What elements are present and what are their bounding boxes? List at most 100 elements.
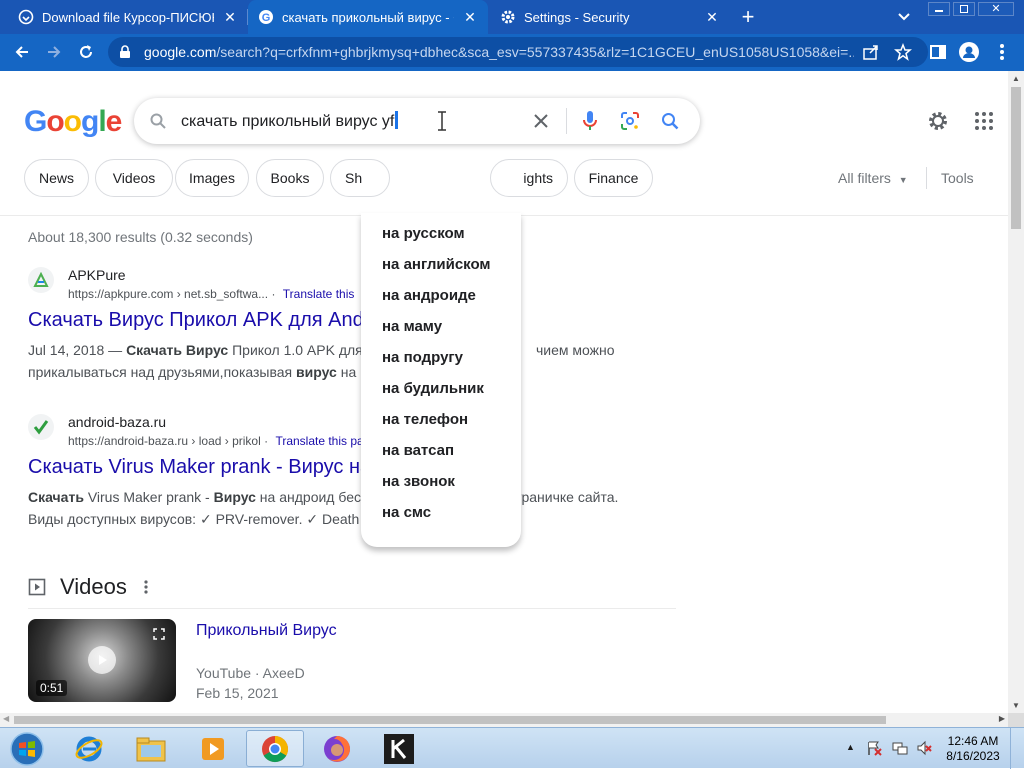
filter-chip-flights[interactable]: ights [490,159,568,197]
result-title-link[interactable]: Скачать Virus Maker prank - Вирус на [28,456,371,479]
filter-chip-images[interactable]: Images [175,159,249,197]
browser-menu-button[interactable] [990,40,1014,64]
show-desktop-button[interactable] [1010,728,1024,769]
translate-link[interactable]: Translate this pa [275,434,363,448]
forward-button[interactable] [42,40,66,64]
tab-google-search[interactable]: G скачать прикольный вирус - Go ✕ [248,0,488,34]
scroll-right-icon[interactable]: ▶ [999,714,1005,723]
minimize-button[interactable] [928,2,950,16]
taskbar-file-explorer[interactable] [122,730,180,767]
network-icon[interactable] [892,740,908,756]
microphone-icon[interactable] [582,109,598,133]
horizontal-scroll-thumb[interactable] [14,716,886,724]
suggestion-item[interactable]: на будильник [382,380,484,397]
search-result: APKPure https://apkpure.com › net.sb_sof… [28,267,648,387]
taskbar-firefox[interactable] [308,730,366,767]
suggestion-item[interactable]: на ватсап [382,442,454,459]
lens-icon[interactable] [620,111,640,131]
suggestion-item[interactable]: на английском [382,256,491,273]
volume-muted-icon[interactable] [916,740,932,756]
share-icon[interactable] [862,43,880,61]
tab-strip: Download file Курсор-ПИСЮН.7 ✕ G скачать… [0,0,1024,34]
close-tab-icon[interactable]: ✕ [704,9,720,25]
show-hidden-icons-icon[interactable]: ▲ [846,742,855,752]
clear-icon[interactable] [533,113,549,129]
scroll-down-icon[interactable]: ▼ [1012,701,1020,710]
horizontal-scrollbar[interactable]: ◀ ▶ [0,713,1008,727]
close-window-button[interactable]: ✕ [978,2,1014,16]
chrome-icon [262,735,289,762]
new-tab-button[interactable]: + [736,4,760,29]
filter-chip-videos[interactable]: Videos [95,159,173,197]
tab-divider [247,9,248,25]
suggestion-item[interactable]: на русском [382,225,465,242]
restore-button[interactable] [953,2,975,16]
translate-link[interactable]: Translate this [283,287,355,301]
video-source: YouTube · AxeeD [196,665,305,681]
all-filters-label: All filters [838,170,891,186]
google-favicon-icon: G [259,10,273,24]
apps-grid-icon[interactable] [974,111,994,131]
tools-button[interactable]: Tools [941,170,974,186]
result-snippet: Jul 14, 2018 — Скачать Вирус Прикол 1.0 … [28,339,638,383]
vertical-scrollbar[interactable]: ▲ ▼ [1008,71,1024,713]
address-bar[interactable]: google.com/search?q=crfxfnm+ghbrjkmysq+d… [108,37,928,67]
reload-button[interactable] [74,40,98,64]
snippet-date: Jul 14, 2018 — [28,342,123,358]
avatar-icon [959,42,979,62]
filter-chip-shopping[interactable]: Sh [330,159,390,197]
scroll-left-icon[interactable]: ◀ [3,714,9,723]
settings-gear-icon[interactable] [926,109,950,133]
snippet-bold: Скачать [28,489,84,505]
tab-settings-security[interactable]: Settings - Security ✕ [490,0,730,34]
tab-download-file[interactable]: Download file Курсор-ПИСЮН.7 ✕ [8,0,248,34]
url-host: google.com [144,44,217,60]
action-center-flag-icon[interactable] [866,740,882,756]
star-icon[interactable] [894,43,912,61]
video-title-link[interactable]: Прикольный Вирус [196,622,337,640]
taskbar-media-player[interactable] [184,730,242,767]
browser-toolbar: google.com/search?q=crfxfnm+ghbrjkmysq+d… [0,34,1024,71]
taskbar-internet-explorer[interactable] [60,730,118,767]
search-box[interactable]: скачать прикольный вирус уf [134,98,700,144]
all-filters-button[interactable]: All filters ▼ [838,170,908,186]
chevron-down-icon[interactable] [894,7,914,27]
caret-down-icon: ▼ [898,175,908,185]
suggestion-item[interactable]: на андроиде [382,287,476,304]
system-clock[interactable]: 12:46 AM 8/16/2023 [944,734,1002,764]
search-submit-icon[interactable] [661,112,679,130]
filter-divider [926,167,927,189]
google-logo[interactable]: Google [24,105,122,139]
filter-chip-news[interactable]: News [24,159,89,197]
profile-button[interactable] [957,40,981,64]
taskbar-chrome[interactable] [246,730,304,767]
result-title-link[interactable]: Скачать Вирус Прикол APK для And [28,309,364,332]
snippet-text: Virus Maker prank - [83,489,214,505]
start-button[interactable] [2,730,52,767]
search-query-text[interactable]: скачать прикольный вирус уf [181,111,399,131]
filter-chip-finance[interactable]: Finance [574,159,653,197]
side-panel-button[interactable] [926,40,950,64]
close-tab-icon[interactable]: ✕ [222,9,238,25]
scroll-up-icon[interactable]: ▲ [1012,74,1020,83]
vertical-scroll-thumb[interactable] [1011,87,1021,229]
videos-heading: Videos [60,574,127,599]
video-thumbnail[interactable]: 0:51 [28,619,176,702]
search-icon [150,113,166,129]
search-result: android-baza.ru https://android-baza.ru … [28,414,648,534]
search-box-divider [566,108,567,134]
back-button[interactable] [10,40,34,64]
close-tab-icon[interactable]: ✕ [462,9,478,25]
suggestion-item[interactable]: на звонок [382,473,455,490]
suggestion-item[interactable]: на смс [382,504,431,521]
search-results-page: Google скачать прикольный вирус уf News … [0,71,1008,713]
taskbar-k-app[interactable] [370,730,428,767]
gear-icon [501,10,515,24]
suggestion-item[interactable]: на маму [382,318,442,335]
snippet-bold: Скачать Вирус [126,342,229,358]
filter-chip-books[interactable]: Books [256,159,324,197]
more-vertical-icon[interactable] [143,579,149,595]
videos-section-header: Videos [28,573,149,601]
suggestion-item[interactable]: на подругу [382,349,463,366]
suggestion-item[interactable]: на телефон [382,411,468,428]
